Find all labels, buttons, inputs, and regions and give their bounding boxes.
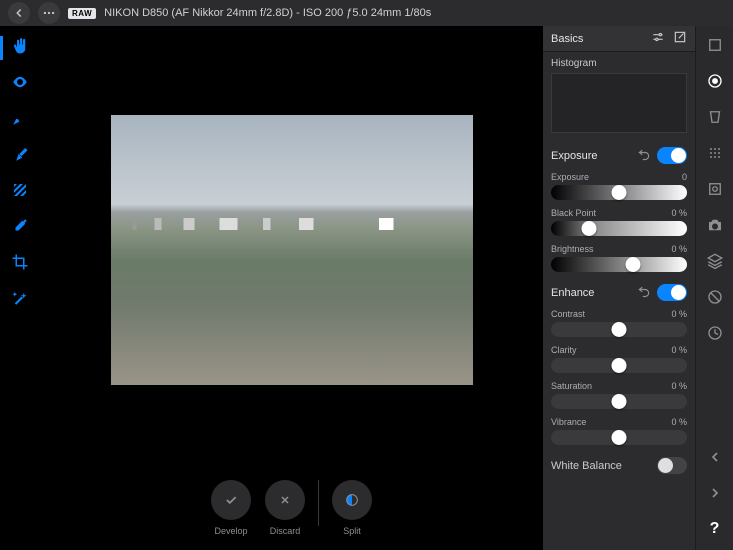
magic-wand-tool-icon[interactable]: [8, 286, 32, 310]
prev-image-icon[interactable]: [704, 446, 726, 468]
develop-button[interactable]: [211, 480, 251, 520]
help-icon[interactable]: ?: [704, 518, 726, 540]
enhance-section-title: Enhance: [551, 287, 594, 299]
preview-image: [111, 115, 473, 385]
blackpoint-slider-label: Black Point: [551, 208, 596, 218]
split-label: Split: [343, 526, 361, 536]
clarity-slider-label: Clarity: [551, 345, 577, 355]
exposure-section-title: Exposure: [551, 150, 597, 162]
image-canvas[interactable]: [40, 26, 543, 474]
noise-icon[interactable]: [704, 142, 726, 164]
blackpoint-slider-value: 0 %: [671, 208, 687, 218]
contrast-slider-value: 0 %: [671, 309, 687, 319]
exposure-reset-icon[interactable]: [637, 149, 651, 163]
left-toolbar: [0, 26, 40, 550]
histogram-box[interactable]: [551, 73, 687, 133]
more-button[interactable]: [38, 2, 60, 24]
adjust-panel-icon[interactable]: [704, 70, 726, 92]
brightness-slider-label: Brightness: [551, 244, 594, 254]
camera-icon[interactable]: [704, 214, 726, 236]
back-button[interactable]: [8, 2, 30, 24]
saturation-slider-label: Saturation: [551, 381, 592, 391]
next-image-icon[interactable]: [704, 482, 726, 504]
exposure-slider[interactable]: [551, 185, 687, 200]
exposure-slider-value: 0: [682, 172, 687, 182]
history-icon[interactable]: [704, 322, 726, 344]
develop-label: Develop: [214, 526, 247, 536]
white-balance-toggle[interactable]: [657, 457, 687, 474]
split-button[interactable]: [332, 480, 372, 520]
brightness-slider[interactable]: [551, 257, 687, 272]
image-metadata-title: NIKON D850 (AF Nikkor 24mm f/2.8D) - ISO…: [104, 7, 431, 19]
brightness-slider-value: 0 %: [671, 244, 687, 254]
vibrance-slider[interactable]: [551, 430, 687, 445]
raw-badge: RAW: [68, 8, 96, 19]
enhance-toggle[interactable]: [657, 284, 687, 301]
paintbrush-tool-icon[interactable]: [8, 142, 32, 166]
histogram-label: Histogram: [551, 58, 687, 69]
brush-tool-icon[interactable]: [8, 106, 32, 130]
saturation-slider-value: 0 %: [671, 381, 687, 391]
blackpoint-slider[interactable]: [551, 221, 687, 236]
discard-button[interactable]: [265, 480, 305, 520]
disabled-icon[interactable]: [704, 286, 726, 308]
eyedropper-tool-icon[interactable]: [8, 214, 32, 238]
bottom-action-bar: Develop Discard Split: [40, 474, 543, 550]
hand-tool-icon[interactable]: [8, 34, 32, 58]
header-bar: RAW NIKON D850 (AF Nikkor 24mm f/2.8D) -…: [0, 0, 733, 26]
saturation-slider[interactable]: [551, 394, 687, 409]
expand-icon[interactable]: [673, 30, 687, 47]
vibrance-slider-value: 0 %: [671, 417, 687, 427]
vibrance-slider-label: Vibrance: [551, 417, 586, 427]
gradient-tool-icon[interactable]: [8, 178, 32, 202]
layers-icon[interactable]: [704, 250, 726, 272]
contrast-slider-label: Contrast: [551, 309, 585, 319]
adjustments-panel: Basics Histogram Exposure Exposure 0 Blac…: [543, 26, 695, 550]
enhance-reset-icon[interactable]: [637, 286, 651, 300]
crop-straighten-icon[interactable]: [704, 34, 726, 56]
sharpen-icon[interactable]: [704, 178, 726, 200]
panel-title: Basics: [551, 33, 583, 45]
clarity-slider[interactable]: [551, 358, 687, 373]
contrast-slider[interactable]: [551, 322, 687, 337]
clarity-slider-value: 0 %: [671, 345, 687, 355]
right-toolbar: ?: [695, 26, 733, 550]
discard-label: Discard: [270, 526, 301, 536]
exposure-slider-label: Exposure: [551, 172, 589, 182]
white-balance-section-title: White Balance: [551, 460, 622, 472]
exposure-toggle[interactable]: [657, 147, 687, 164]
settings-sliders-icon[interactable]: [651, 30, 665, 47]
geometry-icon[interactable]: [704, 106, 726, 128]
crop-tool-icon[interactable]: [8, 250, 32, 274]
eye-tool-icon[interactable]: [8, 70, 32, 94]
